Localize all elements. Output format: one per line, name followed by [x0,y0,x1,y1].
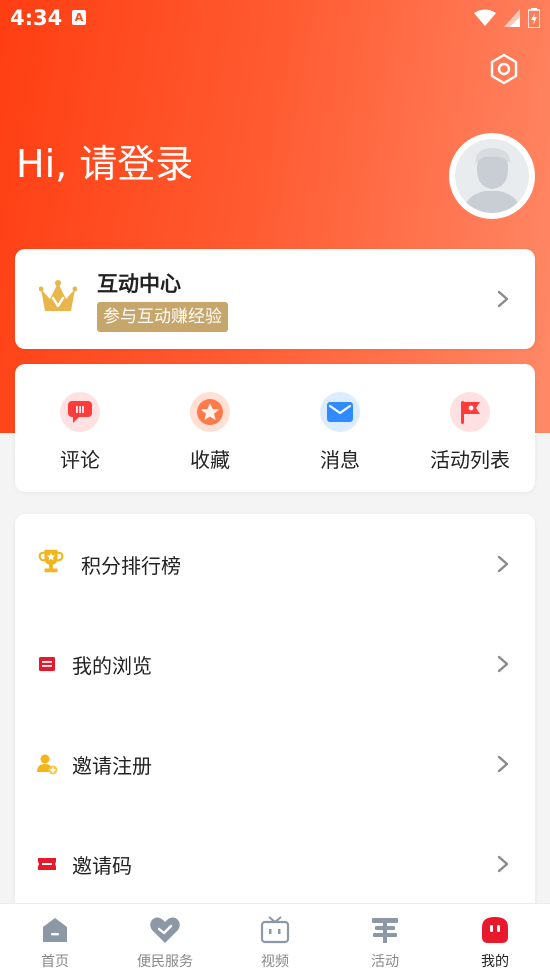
menu-item-points-ranking[interactable]: 积分排行榜 [15,514,535,614]
menu-item-label: 邀请注册 [72,754,152,778]
chevron-right-icon [497,655,509,673]
quick-action-favorites[interactable]: 收藏 [145,392,275,473]
quick-action-activity-list[interactable]: 活动列表 [405,392,535,473]
tab-label: 便民服务 [137,954,193,970]
tab-activity[interactable]: 活动 [330,914,440,971]
chevron-right-icon [497,290,509,308]
quick-action-label: 评论 [60,448,100,472]
chevron-right-icon [497,755,509,773]
menu-item-label: 我的浏览 [72,654,152,678]
flag-icon [461,401,480,424]
tab-label: 我的 [481,954,509,970]
tab-home[interactable]: 首页 [0,914,110,971]
quick-action-label: 消息 [320,448,360,472]
chevron-right-icon [497,855,509,873]
comment-icon: lll [68,401,92,423]
crown-icon [39,280,77,311]
menu-item-invite-code[interactable]: 邀请码 [15,814,535,914]
tab-video[interactable]: 视频 [220,914,330,971]
bottom-tab-bar: 首页 便民服务 视频 活动 我的 [0,903,550,979]
status-time: 4:34 [10,6,63,30]
notification-icon: A [72,10,86,25]
tab-services[interactable]: 便民服务 [110,914,220,971]
tab-profile[interactable]: 我的 [440,914,550,971]
avatar[interactable] [449,133,535,219]
menu-item-label: 邀请码 [72,854,132,878]
history-icon [39,657,55,671]
login-prompt[interactable]: Hi, 请登录 [16,133,193,188]
ticket-icon [38,858,56,870]
quick-action-messages[interactable]: 消息 [275,392,405,473]
tab-label: 首页 [41,954,69,970]
menu-item-label: 积分排行榜 [81,554,181,578]
default-avatar-icon [463,147,521,213]
tab-label: 视频 [261,954,289,970]
menu-list-card: 积分排行榜 我的浏览 邀请注册 邀请码 [15,514,535,914]
menu-item-invite-register[interactable]: 邀请注册 [15,714,535,814]
interaction-center-card[interactable]: 互动中心 参与互动赚经验 [15,249,535,349]
battery-icon [528,8,540,28]
quick-actions-card: lll 评论 收藏 消息 活动列表 [15,364,535,492]
trophy-icon [38,549,64,573]
settings-button[interactable] [486,51,522,87]
gear-icon [490,53,518,85]
menu-item-browse-history[interactable]: 我的浏览 [15,614,535,714]
activity-icon [372,918,398,943]
invite-user-icon [37,754,58,775]
home-icon [43,918,67,942]
interaction-center-badge: 参与互动赚经验 [97,302,228,332]
quick-action-label: 活动列表 [430,448,510,472]
tab-label: 活动 [371,954,399,970]
signal-icon [504,9,520,27]
quick-action-label: 收藏 [190,448,230,472]
star-icon [197,399,223,425]
svg-text:lll: lll [75,406,84,416]
wifi-icon [474,9,496,26]
status-bar: 4:34 A [0,0,550,38]
mail-icon [327,402,353,422]
interaction-center-title: 互动中心 [97,272,181,296]
profile-icon [482,917,508,943]
quick-action-comments[interactable]: lll 评论 [15,392,145,473]
heart-icon [150,917,180,943]
tv-icon [260,916,290,944]
chevron-right-icon [497,555,509,573]
